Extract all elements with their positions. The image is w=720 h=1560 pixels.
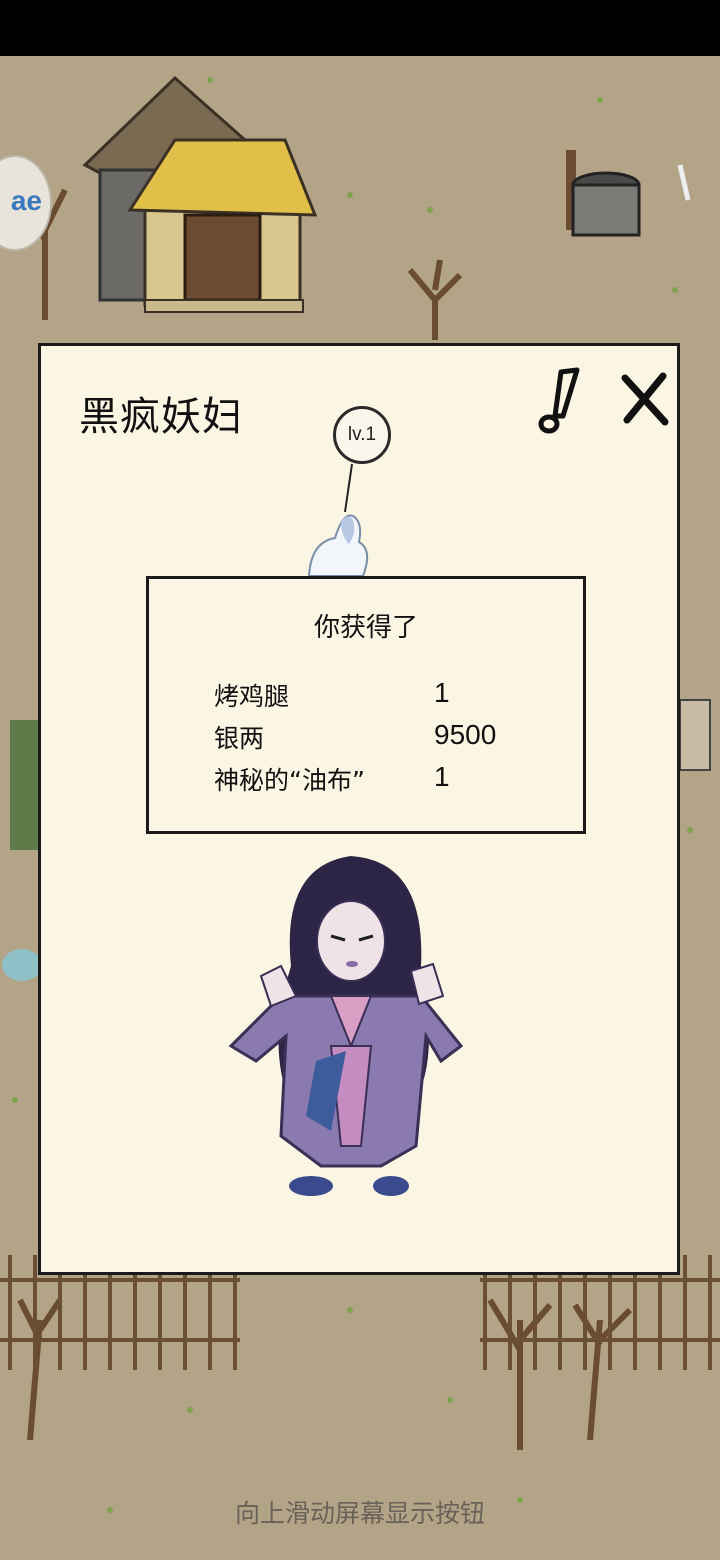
enemy-dialog: 黑疯妖妇 lv.1 你获得了 烤鸡腿 1 银两 9500 神秘的“油布” 1 — [38, 343, 680, 1275]
reward-name: 银两 — [214, 724, 265, 753]
reward-title: 你获得了 — [313, 613, 418, 643]
well — [566, 150, 691, 237]
reward-name: 神秘的“油布” — [214, 766, 365, 795]
stone — [2, 949, 42, 981]
reward-qty: 9500 — [434, 719, 497, 750]
reward-row: 银两 9500 — [214, 719, 574, 759]
bush — [10, 720, 40, 850]
reward-qty: 1 — [434, 677, 450, 708]
reward-row: 烤鸡腿 1 — [214, 677, 574, 717]
shed — [679, 699, 711, 771]
level-orb-icon — [307, 463, 369, 577]
reward-row: 神秘的“油布” 1 — [214, 761, 574, 801]
status-bar — [0, 0, 720, 56]
reward-name: 烤鸡腿 — [214, 682, 290, 711]
side-menu-label: ae — [10, 185, 42, 216]
swipe-hint: 向上滑动屏幕显示按钮 — [234, 1499, 485, 1528]
alert-icon[interactable] — [533, 364, 593, 436]
hut — [82, 75, 318, 313]
enemy-name: 黑疯妖妇 — [79, 394, 243, 440]
reward-panel: 你获得了 烤鸡腿 1 银两 9500 神秘的“油布” 1 — [146, 576, 586, 834]
enemy-portrait — [228, 856, 464, 1196]
level-badge: lv.1 — [333, 406, 391, 464]
reward-qty: 1 — [434, 761, 450, 792]
close-icon[interactable] — [619, 372, 671, 428]
